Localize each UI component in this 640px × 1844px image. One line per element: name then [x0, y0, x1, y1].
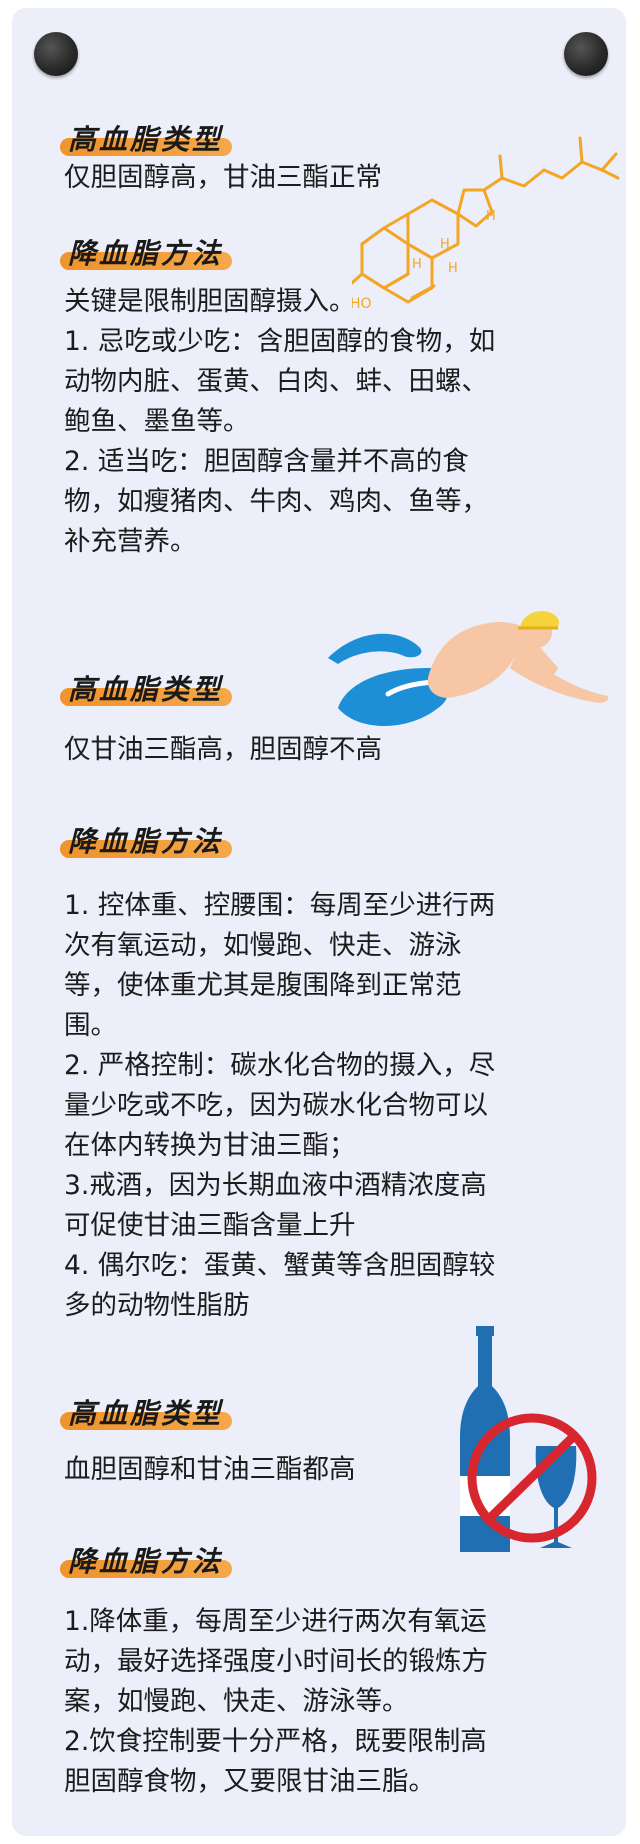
- pushpin-left-icon: [34, 32, 78, 76]
- no-alcohol-icon: [460, 1326, 597, 1552]
- section-text-method-3: 1.降体重，每周至少进行两次有氧运 动，最好选择强度小时间长的锻炼方 案，如慢跑…: [64, 1606, 488, 1797]
- section-header-method-3: 降血脂方法: [60, 1542, 232, 1582]
- pushpin-right-icon: [564, 32, 608, 76]
- molecule-label-ho: HO: [352, 296, 372, 312]
- molecule-label-h-1: H: [486, 209, 496, 224]
- section-header-type-3: 高血脂类型: [60, 1394, 232, 1434]
- section-header-type-1: 高血脂类型: [60, 120, 232, 160]
- molecule-label-h-4: H: [448, 261, 458, 276]
- section-text-method-2: 1. 控体重、控腰围：每周至少进行两 次有氧运动，如慢跑、快走、游泳 等，使体重…: [64, 890, 496, 1321]
- molecule-label-h-2: H: [440, 237, 450, 252]
- infographic-card: 高血脂类型 仅胆固醇高，甘油三酯正常 降血脂方法 关键是限制胆固醇摄入。 1. …: [12, 8, 626, 1836]
- section-header-type-2: 高血脂类型: [60, 670, 232, 710]
- swimmer-icon: [328, 611, 609, 726]
- molecule-label-h-3: H: [412, 257, 422, 272]
- section-header-method-1: 降血脂方法: [60, 234, 232, 274]
- section-header-method-2: 降血脂方法: [60, 822, 232, 862]
- cholesterol-molecule-icon: HO H H H H: [352, 136, 620, 312]
